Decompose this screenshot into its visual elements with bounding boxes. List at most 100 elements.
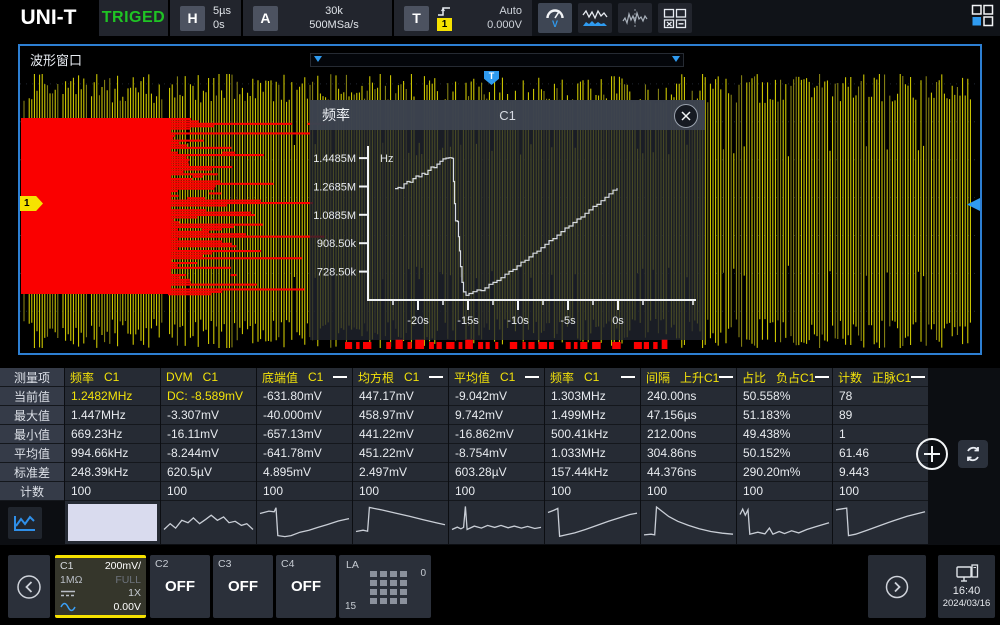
acquire-key[interactable]: A [253, 6, 278, 31]
collapse-panel-button[interactable] [8, 555, 50, 618]
trigger-key[interactable]: T [404, 6, 429, 31]
measure-value-cell: 50.152% [737, 444, 832, 463]
layout-grid-icon [971, 4, 994, 27]
time-value: 16:40 [953, 585, 981, 597]
channel1-card[interactable]: C1 200mV/ 1MΩ FULL 1X 0.00V [55, 555, 146, 618]
chevron-left-icon [15, 573, 43, 601]
svg-text:-10s: -10s [507, 315, 529, 327]
row-label: 当前值 [0, 387, 64, 406]
measure-column-9: 计数正脉C17889161.469.443100 [833, 368, 928, 544]
measure-name: 占比 [742, 369, 766, 386]
measure-column-1: 频率C11.2482MHz1.447MHz669.23Hz994.66kHz24… [65, 368, 160, 544]
svg-text:908.50k: 908.50k [317, 238, 357, 250]
channel3-card[interactable]: C3 OFF [213, 555, 273, 618]
channel1-probe: 1X [128, 587, 141, 599]
scroll-dash-icon [719, 376, 733, 378]
system-clock[interactable]: 16:40 2024/03/16 [938, 555, 995, 618]
measure-column-3: 底端值C1-631.80mV-40.000mV-657.13mV-641.78m… [257, 368, 352, 544]
measure-value-cell: 100 [545, 482, 640, 501]
windows-button[interactable] [658, 3, 692, 33]
measure-value-cell: 100 [833, 482, 928, 501]
channel1-impedance: 1MΩ [60, 574, 82, 586]
channel1-scale: 200mV/ [105, 560, 141, 572]
channel1-offset: 0.00V [114, 601, 141, 613]
channel2-card[interactable]: C2 OFF [150, 555, 210, 618]
channel4-state: OFF [281, 578, 331, 595]
measure-column-header[interactable]: 均方根C1 [353, 368, 448, 387]
measure-sparkline[interactable] [641, 501, 736, 544]
scroll-dash-icon [815, 376, 829, 378]
popup-header[interactable]: 频率 C1 [310, 100, 705, 130]
measure-value-cell: 1.033MHz [545, 444, 640, 463]
measure-row-labels: 测量项当前值最大值最小值平均值标准差计数 [0, 368, 64, 544]
measure-value-cell: 458.97mV [353, 406, 448, 425]
measure-value-cell: 1.447MHz [65, 406, 160, 425]
measure-sparkline[interactable] [545, 501, 640, 544]
measure-column-8: 占比负占C150.558%51.183%49.438%50.152%290.20… [737, 368, 832, 544]
measure-value-cell: 47.156µs [641, 406, 736, 425]
measure-value-cell: -16.862mV [449, 425, 544, 444]
measure-sparkline[interactable] [737, 501, 832, 544]
measure-value-cell: 240.00ns [641, 387, 736, 406]
measure-sparkline[interactable] [161, 501, 256, 544]
channel4-card[interactable]: C4 OFF [276, 555, 336, 618]
row-label: 计数 [0, 482, 64, 501]
measure-value-cell: -16.11mV [161, 425, 256, 444]
close-icon[interactable] [674, 104, 698, 128]
channel3-state: OFF [218, 578, 268, 595]
channel2-state: OFF [155, 578, 205, 595]
measure-column-header[interactable]: 占比负占C1 [737, 368, 832, 387]
measure-column-header[interactable]: 频率C1 [65, 368, 160, 387]
measure-column-7: 间隔上升C1240.00ns47.156µs212.00ns304.86ns44… [641, 368, 736, 544]
measure-value-cell: 100 [353, 482, 448, 501]
add-measurement-button[interactable] [916, 438, 948, 470]
voltmeter-button[interactable]: V [538, 3, 572, 33]
reset-statistics-button[interactable] [958, 440, 988, 468]
measure-column-header[interactable]: 间隔上升C1 [641, 368, 736, 387]
horizontal-settings[interactable]: H 5µs 0s [168, 0, 241, 36]
logic-analyzer-card[interactable]: LA 0 15 [339, 555, 431, 618]
channel-bar: C1 200mV/ 1MΩ FULL 1X 0.00V [0, 548, 1000, 625]
spectrum-icon [582, 8, 608, 28]
expand-panel-button[interactable] [868, 555, 926, 618]
measure-value-cell: 2.497mV [353, 463, 448, 482]
channel3-label: C3 [218, 558, 268, 570]
scroll-dash-icon [333, 376, 347, 378]
measure-column-header[interactable]: 平均值C1 [449, 368, 544, 387]
layout-grid-button[interactable] [971, 4, 994, 32]
spectrum-view-button[interactable] [578, 3, 612, 33]
fft-view-button[interactable] [618, 3, 652, 33]
trend-chart-toggle[interactable] [8, 507, 42, 539]
svg-text:Hz: Hz [380, 153, 393, 165]
measure-sparkline[interactable] [257, 501, 352, 544]
dc-coupling-icon [60, 589, 76, 598]
scrollbar-right-marker-icon[interactable] [672, 56, 680, 62]
selected-measure-indicator[interactable] [65, 501, 160, 544]
brand-logo: UNI-T [0, 0, 97, 36]
measure-value-cell: 1 [833, 425, 928, 444]
measure-column-header[interactable]: 频率C1 [545, 368, 640, 387]
measure-value-cell: 51.183% [737, 406, 832, 425]
measure-sparkline[interactable] [353, 501, 448, 544]
frequency-trend-popup[interactable]: 频率 C1 1.4485M1.2685M1.0885M908.50k728.50… [310, 100, 705, 340]
measure-value-cell: 9.742mV [449, 406, 544, 425]
measure-value-cell: 100 [641, 482, 736, 501]
trigger-source-badge: 1 [437, 18, 452, 31]
chevron-right-icon [884, 574, 910, 600]
measure-channel: C1 [584, 370, 599, 384]
horizontal-scrollbar[interactable] [310, 53, 684, 67]
measure-value-cell: -641.78mV [257, 444, 352, 463]
measure-column-header[interactable]: 计数正脉C1 [833, 368, 928, 387]
horizontal-key[interactable]: H [180, 6, 205, 31]
la-channel-grid-icon [370, 571, 407, 604]
trigger-settings[interactable]: T 1 Auto 0.000V [392, 0, 532, 36]
measure-column-header[interactable]: 底端值C1 [257, 368, 352, 387]
measure-column-header[interactable]: DVMC1 [161, 368, 256, 387]
measure-value-cell: 212.00ns [641, 425, 736, 444]
scrollbar-left-marker-icon[interactable] [314, 56, 322, 62]
measure-sparkline[interactable] [449, 501, 544, 544]
acquire-settings[interactable]: A 30k 500MSa/s [241, 0, 392, 36]
measure-sparkline[interactable] [833, 501, 928, 544]
measure-channel: 负占C1 [776, 369, 815, 386]
measure-value-cell: -631.80mV [257, 387, 352, 406]
